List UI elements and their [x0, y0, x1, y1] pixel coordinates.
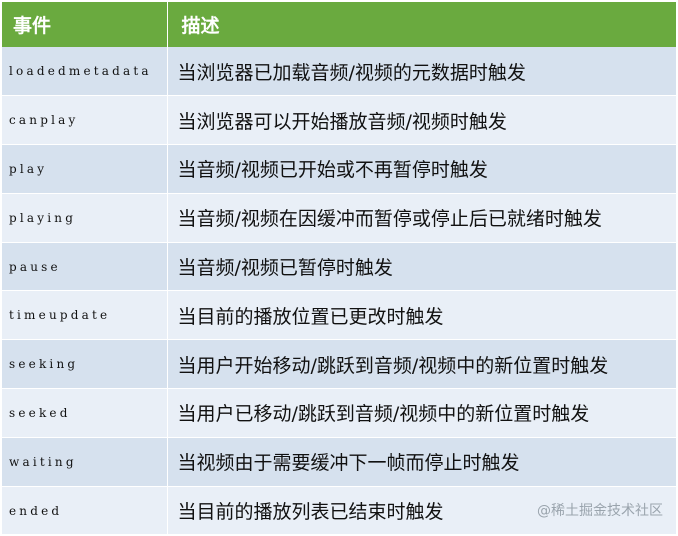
event-name: loadedmetadata	[2, 47, 168, 97]
event-name: playing	[2, 193, 168, 243]
table-row: pause 当音频/视频已暂停时触发	[2, 242, 677, 292]
table-row: timeupdate 当目前的播放位置已更改时触发	[2, 290, 677, 341]
event-description: 当视频由于需要缓冲下一帧而停止时触发	[167, 437, 677, 487]
event-name: seeking	[2, 339, 168, 390]
table-row: seeked 当用户已移动/跳跃到音频/视频中的新位置时触发	[2, 388, 677, 438]
watermark: @稀土掘金技术社区	[537, 503, 663, 519]
event-description: 当用户开始移动/跳跃到音频/视频中的新位置时触发	[167, 339, 677, 390]
table-header: 事件 描述	[2, 2, 677, 47]
table-row: seeking 当用户开始移动/跳跃到音频/视频中的新位置时触发	[2, 339, 677, 390]
event-description: 当音频/视频已开始或不再暂停时触发	[167, 144, 677, 194]
table-row: loadedmetadata 当浏览器已加载音频/视频的元数据时触发	[2, 47, 677, 97]
table-row: canplay 当浏览器可以开始播放音频/视频时触发	[2, 95, 677, 146]
event-name: play	[2, 144, 168, 194]
table-body: loadedmetadata 当浏览器已加载音频/视频的元数据时触发 canpl…	[2, 47, 677, 536]
header-event: 事件	[2, 2, 168, 47]
event-description: 当浏览器可以开始播放音频/视频时触发	[167, 95, 677, 146]
event-name: seeked	[2, 388, 168, 438]
event-description: 当音频/视频在因缓冲而暂停或停止后已就绪时触发	[167, 193, 677, 243]
event-name: ended	[2, 486, 168, 536]
header-row: 事件 描述	[2, 2, 677, 47]
event-name: waiting	[2, 437, 168, 487]
table-row: playing 当音频/视频在因缓冲而暂停或停止后已就绪时触发	[2, 193, 677, 243]
event-description: 当浏览器已加载音频/视频的元数据时触发	[167, 47, 677, 97]
event-description: 当音频/视频已暂停时触发	[167, 242, 677, 292]
event-name: timeupdate	[2, 290, 168, 341]
screenshot-canvas: 事件 描述 loadedmetadata 当浏览器已加载音频/视频的元数据时触发…	[0, 0, 678, 536]
event-description: 当目前的播放位置已更改时触发	[167, 290, 677, 341]
event-name: pause	[2, 242, 168, 292]
table-row: play 当音频/视频已开始或不再暂停时触发	[2, 144, 677, 194]
header-description: 描述	[167, 2, 677, 47]
event-name: canplay	[2, 95, 168, 146]
event-description: 当用户已移动/跳跃到音频/视频中的新位置时触发	[167, 388, 677, 438]
table-row: waiting 当视频由于需要缓冲下一帧而停止时触发	[2, 437, 677, 487]
events-table: 事件 描述 loadedmetadata 当浏览器已加载音频/视频的元数据时触发…	[2, 2, 677, 536]
